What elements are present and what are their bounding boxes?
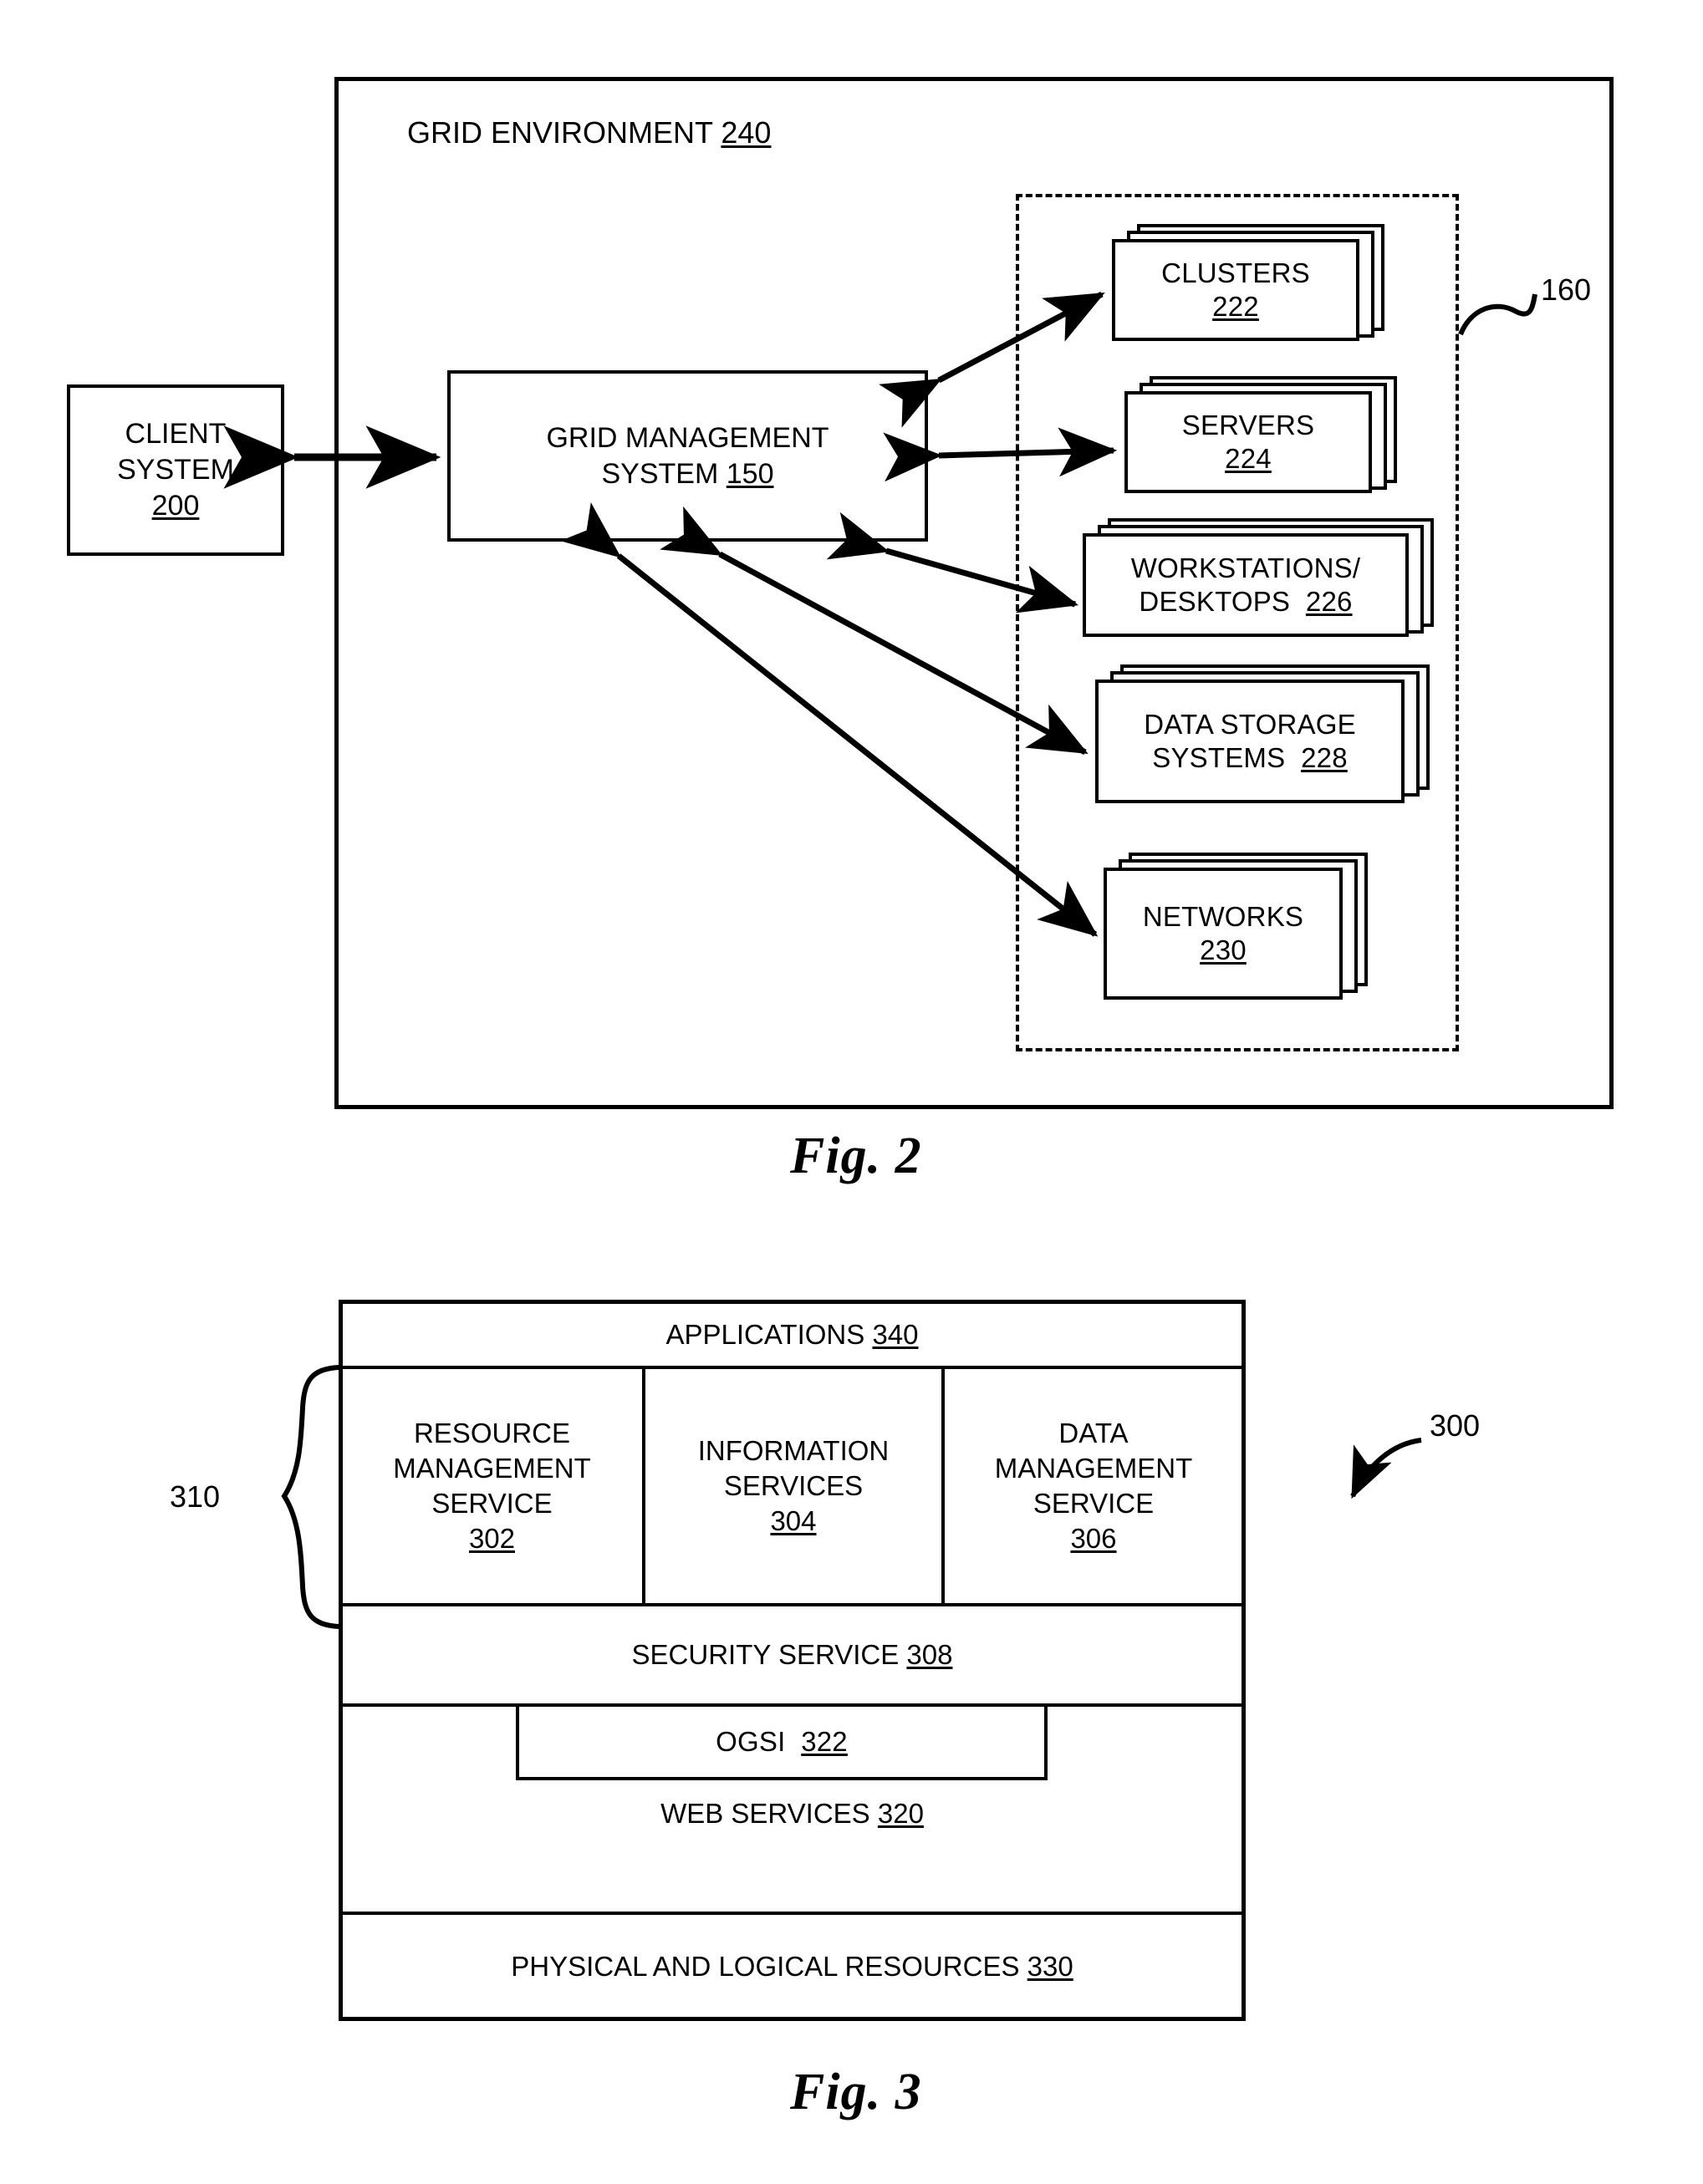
clusters-ref: 222 bbox=[1212, 291, 1259, 322]
dms-line2: MANAGEMENT bbox=[994, 1453, 1193, 1484]
dms-line1: DATA bbox=[1058, 1418, 1129, 1448]
client-system-label: CLIENT SYSTEM 200 bbox=[117, 416, 234, 524]
clusters-stack: CLUSTERS 222 bbox=[1112, 224, 1388, 341]
information-services-cell: INFORMATION SERVICES 304 bbox=[645, 1369, 941, 1603]
figure-3-caption: Fig. 3 bbox=[790, 2063, 922, 2122]
is-ref: 304 bbox=[770, 1505, 817, 1536]
rms-ref: 302 bbox=[468, 1523, 516, 1554]
clusters-name: CLUSTERS bbox=[1161, 257, 1310, 288]
networks-stack: NETWORKS 230 bbox=[1104, 853, 1405, 1011]
resources-group-ref: 160 bbox=[1541, 272, 1592, 307]
workstations-box: WORKSTATIONS/ DESKTOPS 226 bbox=[1083, 533, 1409, 637]
brace-310 bbox=[281, 1365, 341, 1629]
applications-label: APPLICATIONS bbox=[665, 1318, 865, 1350]
middleware-brace-ref-label: 310 bbox=[170, 1479, 220, 1515]
ogsi-ref: 322 bbox=[801, 1726, 848, 1757]
information-services-label: INFORMATION SERVICES 304 bbox=[698, 1433, 890, 1539]
security-service-label: SECURITY SERVICE bbox=[631, 1639, 900, 1670]
data-storage-label: DATA STORAGE SYSTEMS 228 bbox=[1144, 708, 1356, 775]
client-system-box: CLIENT SYSTEM 200 bbox=[67, 384, 284, 556]
servers-stack: SERVERS 224 bbox=[1124, 376, 1400, 497]
resources-group-ref-label: 160 bbox=[1541, 272, 1591, 308]
workstations-ref: 226 bbox=[1305, 586, 1353, 617]
servers-name: SERVERS bbox=[1181, 410, 1315, 440]
dms-line3: SERVICE bbox=[1033, 1488, 1155, 1519]
ogsi-label: OGSI 322 bbox=[716, 1725, 848, 1759]
networks-label: NETWORKS 230 bbox=[1143, 900, 1303, 967]
is-line1: INFORMATION bbox=[697, 1435, 890, 1466]
data-storage-box: DATA STORAGE SYSTEMS 228 bbox=[1095, 680, 1405, 803]
is-line2: SERVICES bbox=[723, 1470, 864, 1501]
service-column-divider-1 bbox=[642, 1369, 645, 1603]
resource-management-service-label: RESOURCE MANAGEMENT SERVICE 302 bbox=[393, 1416, 591, 1556]
gms-line2: SYSTEM bbox=[601, 457, 719, 490]
servers-box: SERVERS 224 bbox=[1124, 391, 1372, 493]
rms-line3: SERVICE bbox=[431, 1488, 553, 1519]
workstations-label: WORKSTATIONS/ DESKTOPS 226 bbox=[1131, 552, 1361, 619]
applications-ref: 340 bbox=[872, 1318, 919, 1350]
dms-ref: 306 bbox=[1070, 1523, 1117, 1554]
data-management-service-label: DATA MANAGEMENT SERVICE 306 bbox=[995, 1416, 1193, 1556]
clusters-label: CLUSTERS 222 bbox=[1161, 257, 1310, 323]
workstations-name: WORKSTATIONS/ bbox=[1130, 552, 1361, 583]
figure-3-caption-text: Fig. 3 bbox=[790, 2064, 922, 2120]
servers-ref: 224 bbox=[1225, 443, 1272, 474]
web-services-cell: WEB SERVICES 320 bbox=[342, 1780, 1242, 1847]
grid-environment-ref: 240 bbox=[721, 115, 772, 150]
physical-resources-label: PHYSICAL AND LOGICAL RESOURCES bbox=[511, 1950, 1020, 1982]
figure-2-caption-text: Fig. 2 bbox=[790, 1128, 922, 1184]
middleware-brace-ref: 310 bbox=[170, 1479, 221, 1514]
web-services-ref: 320 bbox=[877, 1798, 924, 1829]
applications-cell: APPLICATIONS 340 bbox=[342, 1303, 1242, 1366]
rms-line2: MANAGEMENT bbox=[393, 1453, 591, 1484]
networks-box: NETWORKS 230 bbox=[1104, 868, 1343, 1000]
physical-resources-ref: 330 bbox=[1027, 1950, 1073, 1982]
data-storage-stack: DATA STORAGE SYSTEMS 228 bbox=[1095, 664, 1446, 815]
client-system-line2: SYSTEM bbox=[117, 454, 234, 486]
ogsi-box: OGSI 322 bbox=[516, 1703, 1048, 1780]
architecture-stack-ref-label: 300 bbox=[1430, 1408, 1480, 1443]
rms-line1: RESOURCE bbox=[413, 1418, 570, 1448]
networks-name: NETWORKS bbox=[1142, 901, 1304, 932]
servers-label: SERVERS 224 bbox=[1182, 409, 1315, 476]
security-service-cell: SECURITY SERVICE 308 bbox=[342, 1606, 1242, 1703]
web-services-label: WEB SERVICES bbox=[660, 1798, 870, 1829]
gms-ref: 150 bbox=[726, 457, 774, 490]
ogsi-name: OGSI bbox=[716, 1726, 786, 1757]
resource-management-service-cell: RESOURCE MANAGEMENT SERVICE 302 bbox=[342, 1369, 642, 1603]
grid-management-system-box: GRID MANAGEMENT SYSTEM 150 bbox=[447, 370, 928, 542]
client-system-line1: CLIENT bbox=[125, 418, 227, 450]
client-system-ref: 200 bbox=[151, 490, 200, 522]
workstations-name2: DESKTOPS bbox=[1139, 586, 1291, 617]
networks-ref: 230 bbox=[1200, 934, 1247, 965]
data-storage-name2: SYSTEMS bbox=[1152, 742, 1286, 773]
clusters-box: CLUSTERS 222 bbox=[1112, 239, 1359, 341]
grid-environment-label: GRID ENVIRONMENT bbox=[407, 115, 713, 150]
grid-environment-title: GRID ENVIRONMENT 240 bbox=[407, 115, 771, 150]
security-service-ref: 308 bbox=[906, 1639, 953, 1670]
gms-line1: GRID MANAGEMENT bbox=[546, 421, 829, 454]
data-storage-ref: 228 bbox=[1301, 742, 1348, 773]
workstations-stack: WORKSTATIONS/ DESKTOPS 226 bbox=[1083, 518, 1434, 648]
leader-arrow-300 bbox=[1350, 1438, 1422, 1499]
physical-resources-cell: PHYSICAL AND LOGICAL RESOURCES 330 bbox=[342, 1915, 1242, 2018]
data-storage-name: DATA STORAGE bbox=[1144, 709, 1356, 740]
figure-2-caption: Fig. 2 bbox=[790, 1127, 922, 1186]
architecture-stack-ref: 300 bbox=[1430, 1408, 1481, 1443]
data-management-service-cell: DATA MANAGEMENT SERVICE 306 bbox=[945, 1369, 1242, 1603]
service-column-divider-2 bbox=[941, 1369, 945, 1603]
patent-figure-sheet: GRID ENVIRONMENT 240 CLIENT SYSTEM 200 G… bbox=[0, 0, 1703, 2184]
grid-management-system-label: GRID MANAGEMENT SYSTEM 150 bbox=[546, 420, 829, 492]
